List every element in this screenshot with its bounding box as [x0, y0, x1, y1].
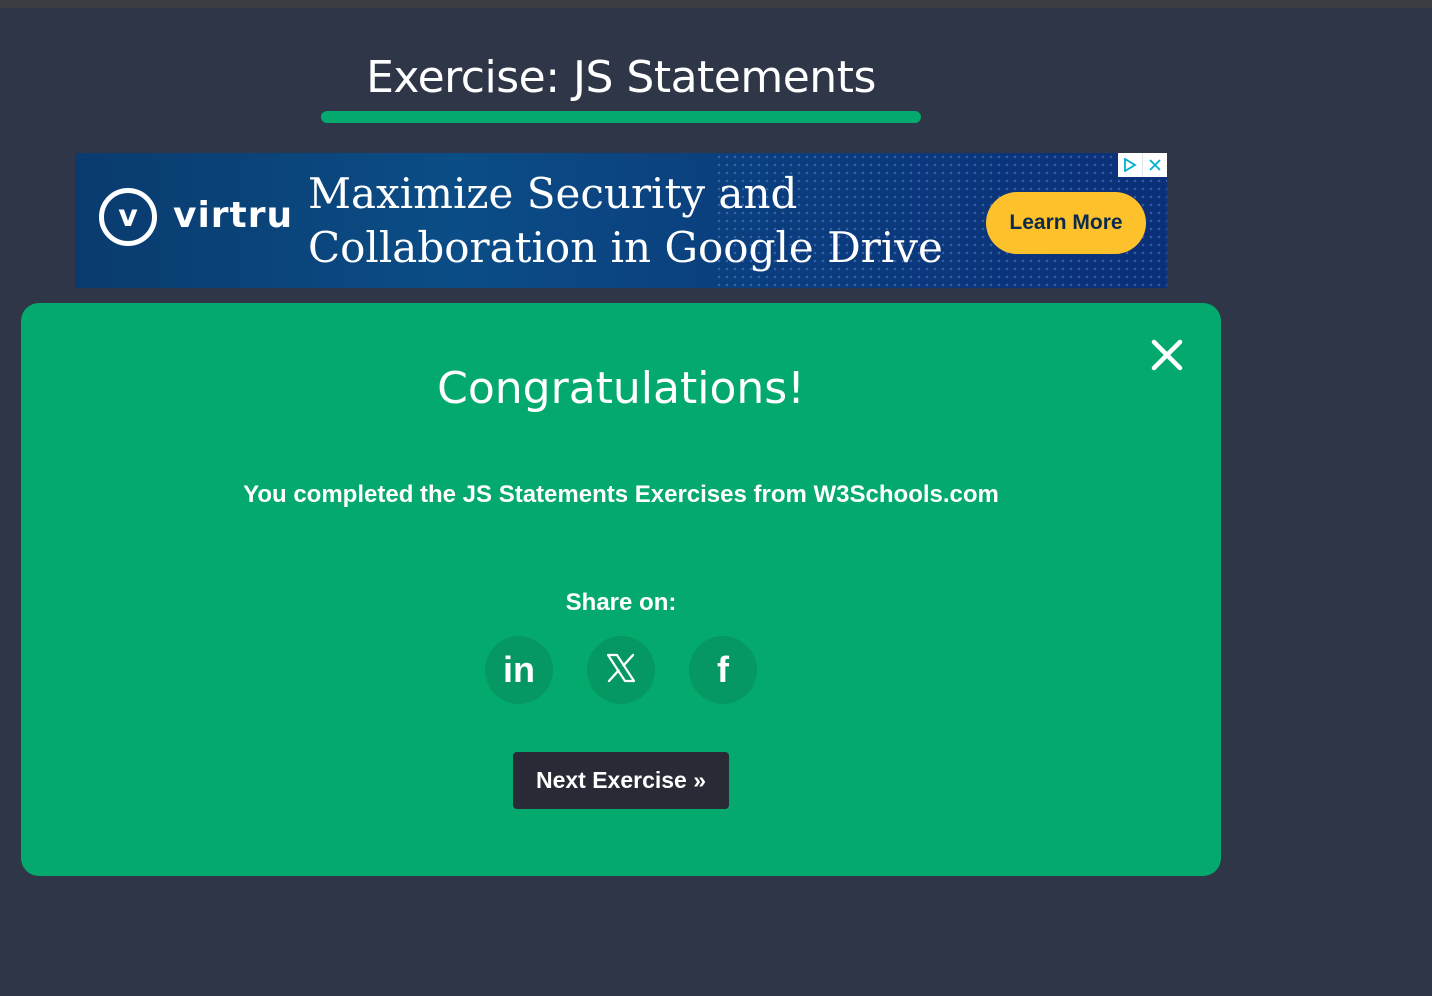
completion-message: You completed the JS Statements Exercise…: [243, 481, 999, 508]
linkedin-icon: in: [503, 649, 535, 690]
share-linkedin-button[interactable]: in: [485, 636, 553, 704]
share-facebook-button[interactable]: f: [689, 636, 757, 704]
modal-title: Congratulations!: [437, 363, 805, 414]
ad-headline-line2: Collaboration in Google Drive: [308, 223, 943, 272]
share-label: Share on:: [565, 589, 677, 616]
share-x-button[interactable]: [587, 636, 655, 704]
virtru-logo-icon: v: [99, 188, 157, 246]
next-exercise-button[interactable]: Next Exercise »: [513, 752, 729, 809]
congratulations-modal: Congratulations! You completed the JS St…: [21, 303, 1221, 876]
close-icon[interactable]: [1142, 153, 1167, 177]
top-border: [0, 0, 1432, 8]
learn-more-button[interactable]: Learn More: [986, 192, 1146, 254]
title-underline: [321, 111, 921, 123]
page-title: Exercise: JS Statements: [366, 52, 876, 103]
x-icon: [605, 652, 637, 689]
facebook-icon: f: [717, 649, 729, 690]
ad-choices[interactable]: [1118, 153, 1167, 177]
ad-logo-text: virtru: [173, 195, 294, 236]
ad-choices-icon[interactable]: [1118, 153, 1142, 177]
ad-banner[interactable]: v virtru Maximize Security and Collabora…: [75, 153, 1167, 288]
ad-headline-line1: Maximize Security and: [308, 169, 798, 218]
ad-headline: Maximize Security and Collaboration in G…: [308, 167, 988, 275]
